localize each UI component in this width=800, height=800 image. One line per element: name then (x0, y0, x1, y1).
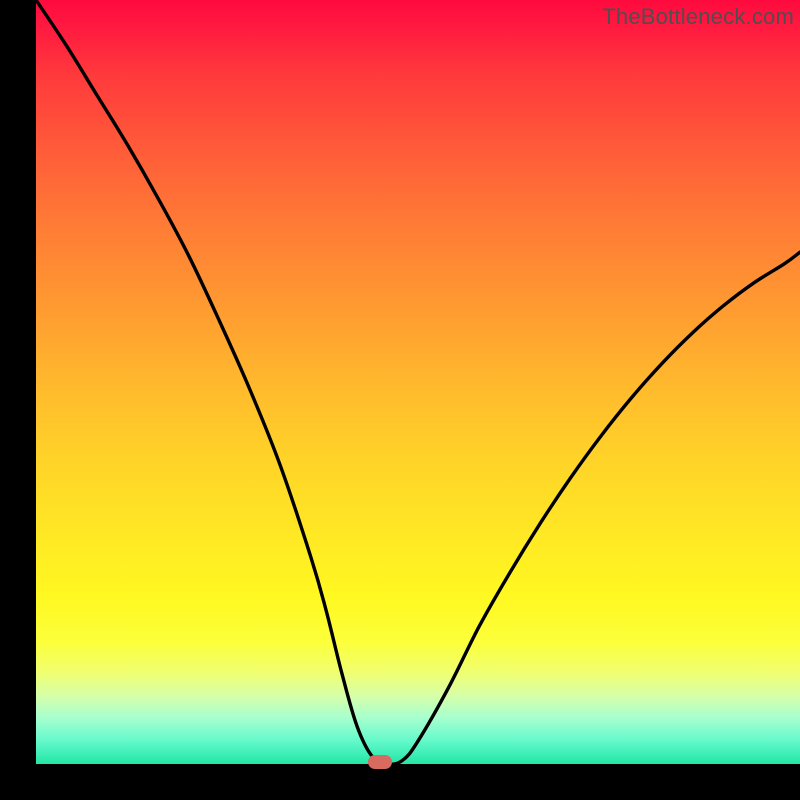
plot-area: TheBottleneck.com (36, 0, 800, 764)
watermark-text: TheBottleneck.com (602, 4, 794, 30)
bottleneck-curve (36, 0, 800, 764)
min-marker (368, 755, 392, 769)
curve-layer (36, 0, 800, 764)
chart-frame: TheBottleneck.com (0, 0, 800, 800)
